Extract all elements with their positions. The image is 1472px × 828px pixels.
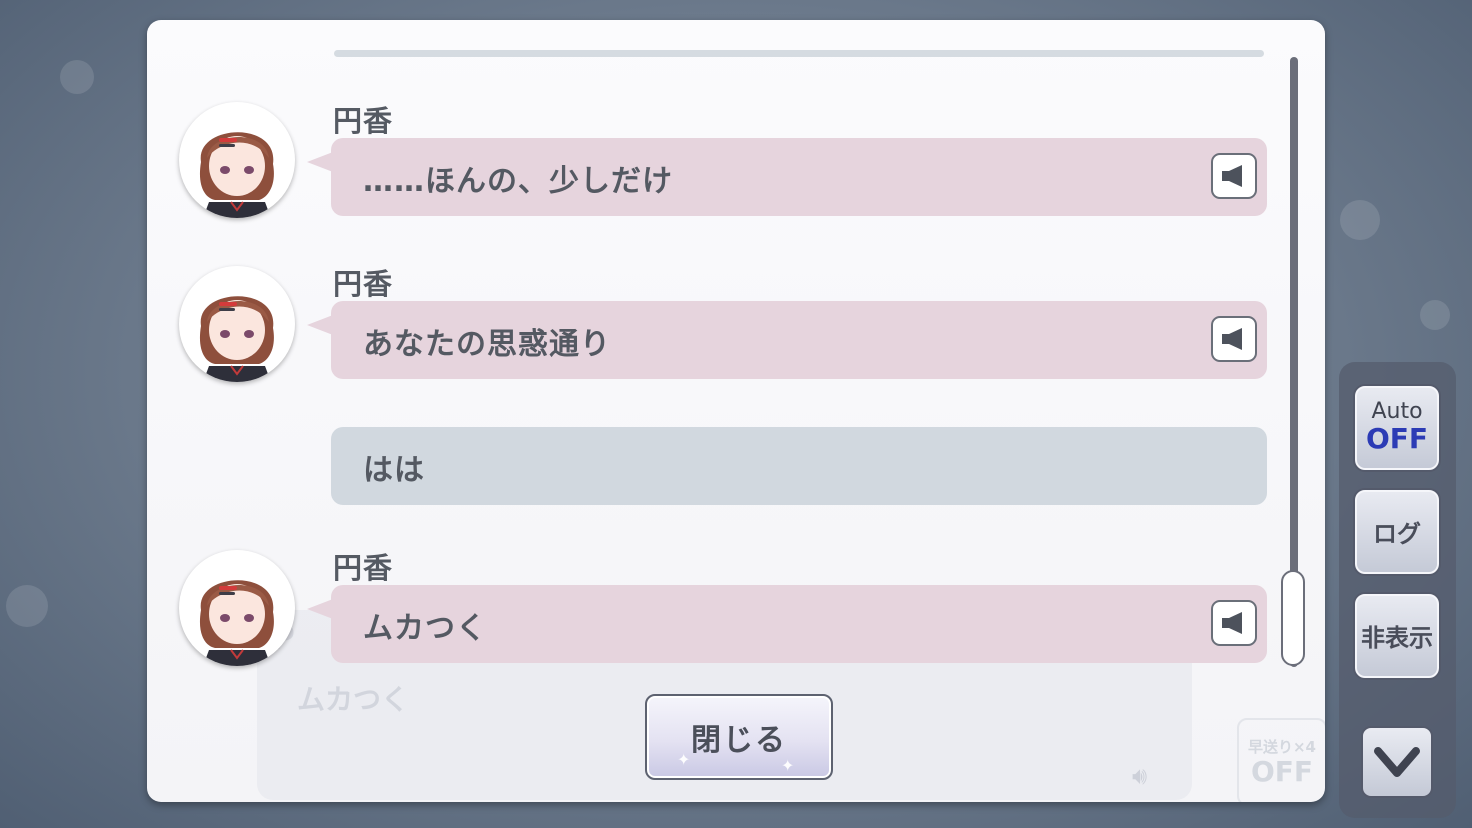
avatar-illustration — [199, 132, 274, 218]
background-bokeh — [6, 585, 48, 627]
bubble-tail — [307, 599, 333, 619]
log-button-label: ログ — [1373, 520, 1421, 548]
log-top-divider — [334, 50, 1264, 57]
dialogue-bubble: ムカつく — [307, 585, 1267, 663]
side-control-strip: Auto OFF ログ 非表示 — [1339, 362, 1456, 818]
bubble-tail — [307, 152, 333, 172]
madoka-avatar-icon — [179, 550, 295, 666]
background-bokeh — [1420, 300, 1450, 330]
dialogue-text: あなたの思惑通り — [363, 327, 611, 362]
speaker-name: 円香 — [333, 551, 394, 585]
chevron-down-icon — [1374, 747, 1420, 777]
log-button[interactable]: ログ — [1353, 488, 1441, 576]
madoka-avatar-icon — [179, 266, 295, 382]
madoka-avatar-icon — [179, 102, 295, 218]
dialogue-text: はは — [363, 453, 425, 488]
dialogue-bubble: ……ほんの、少しだけ — [307, 138, 1267, 216]
voice-replay-button[interactable] — [1211, 316, 1257, 362]
log-scrollbar-thumb[interactable] — [1281, 570, 1305, 666]
sparkle-decoration: ✦ — [781, 756, 795, 775]
speaker-icon — [1222, 612, 1242, 634]
bubble-tail — [307, 315, 333, 335]
close-button-label: 閉じる — [691, 723, 787, 758]
protagonist-dialogue-bubble: はは — [331, 427, 1267, 505]
auto-state: OFF — [1365, 422, 1429, 455]
background-dialogue-line: ムカつく — [297, 683, 410, 716]
sparkle-decoration: ✦ — [677, 750, 691, 769]
background-bokeh — [1340, 200, 1380, 240]
speaker-name: 円香 — [333, 267, 394, 301]
fast-forward-state: OFF — [1250, 755, 1314, 788]
auto-label: Auto — [1371, 399, 1423, 424]
speaker-name: 円香 — [333, 104, 394, 138]
avatar-illustration — [199, 296, 274, 382]
voice-replay-button[interactable] — [1211, 153, 1257, 199]
fast-forward-label: 早送り×4 — [1247, 738, 1316, 756]
avatar-illustration — [199, 580, 274, 666]
background-bokeh — [60, 60, 94, 94]
speaker-icon — [1222, 328, 1242, 350]
auto-toggle-button[interactable]: Auto OFF — [1353, 384, 1441, 472]
dialogue-bubble: あなたの思惑通り — [307, 301, 1267, 379]
background-fast-forward-button: 早送り×4 OFF — [1237, 718, 1325, 802]
dialogue-log-panel: P ムカつく 🔊︎ 早送り×4 OFF 円香 ……ほんの、少しだけ — [147, 20, 1325, 802]
close-button[interactable]: ✦ ✦ 閉じる — [645, 694, 833, 780]
voice-replay-button[interactable] — [1211, 600, 1257, 646]
collapse-menu-button[interactable] — [1361, 726, 1433, 798]
dialogue-text: ムカつく — [363, 611, 487, 646]
speaker-icon — [1222, 165, 1242, 187]
background-speaker-icon: 🔊︎ — [1132, 762, 1148, 790]
hide-button-label: 非表示 — [1361, 624, 1433, 652]
hide-button[interactable]: 非表示 — [1353, 592, 1441, 680]
dialogue-text: ……ほんの、少しだけ — [363, 164, 673, 199]
